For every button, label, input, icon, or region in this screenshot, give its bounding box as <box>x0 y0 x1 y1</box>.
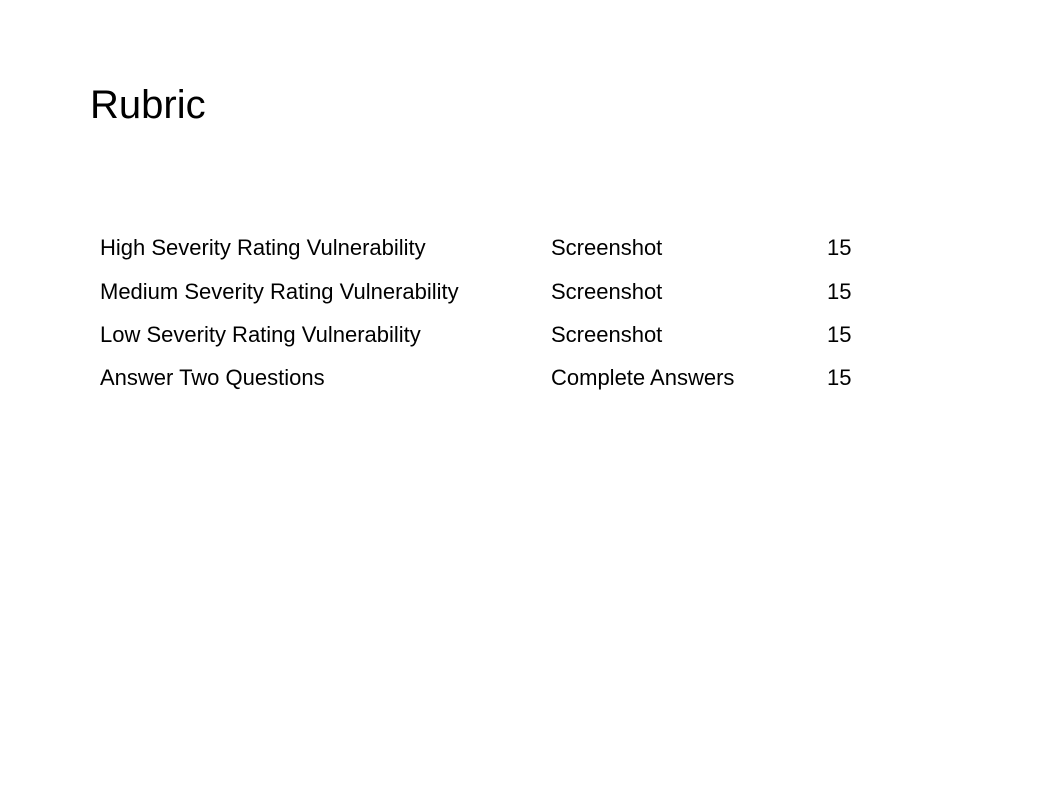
rubric-points: 15 <box>827 365 852 390</box>
rubric-row: Medium Severity Rating Vulnerability Scr… <box>100 277 900 307</box>
rubric-requirement: Screenshot <box>551 322 663 347</box>
rubric-item: Medium Severity Rating Vulnerability <box>100 279 459 304</box>
rubric-requirement: Screenshot <box>551 279 663 304</box>
rubric-requirement: Complete Answers <box>551 365 735 390</box>
rubric-points: 15 <box>827 235 852 260</box>
rubric-row: Answer Two Questions Complete Answers 15 <box>100 363 900 393</box>
rubric-points: 15 <box>827 279 852 304</box>
rubric-item: Answer Two Questions <box>100 365 325 390</box>
rubric-item: Low Severity Rating Vulnerability <box>100 322 421 347</box>
slide-title: Rubric <box>90 83 206 127</box>
rubric-row: High Severity Rating Vulnerability Scree… <box>100 233 900 263</box>
rubric-item: High Severity Rating Vulnerability <box>100 235 426 260</box>
rubric-points: 15 <box>827 322 852 347</box>
rubric-row: Low Severity Rating Vulnerability Screen… <box>100 320 900 350</box>
rubric-requirement: Screenshot <box>551 235 663 260</box>
